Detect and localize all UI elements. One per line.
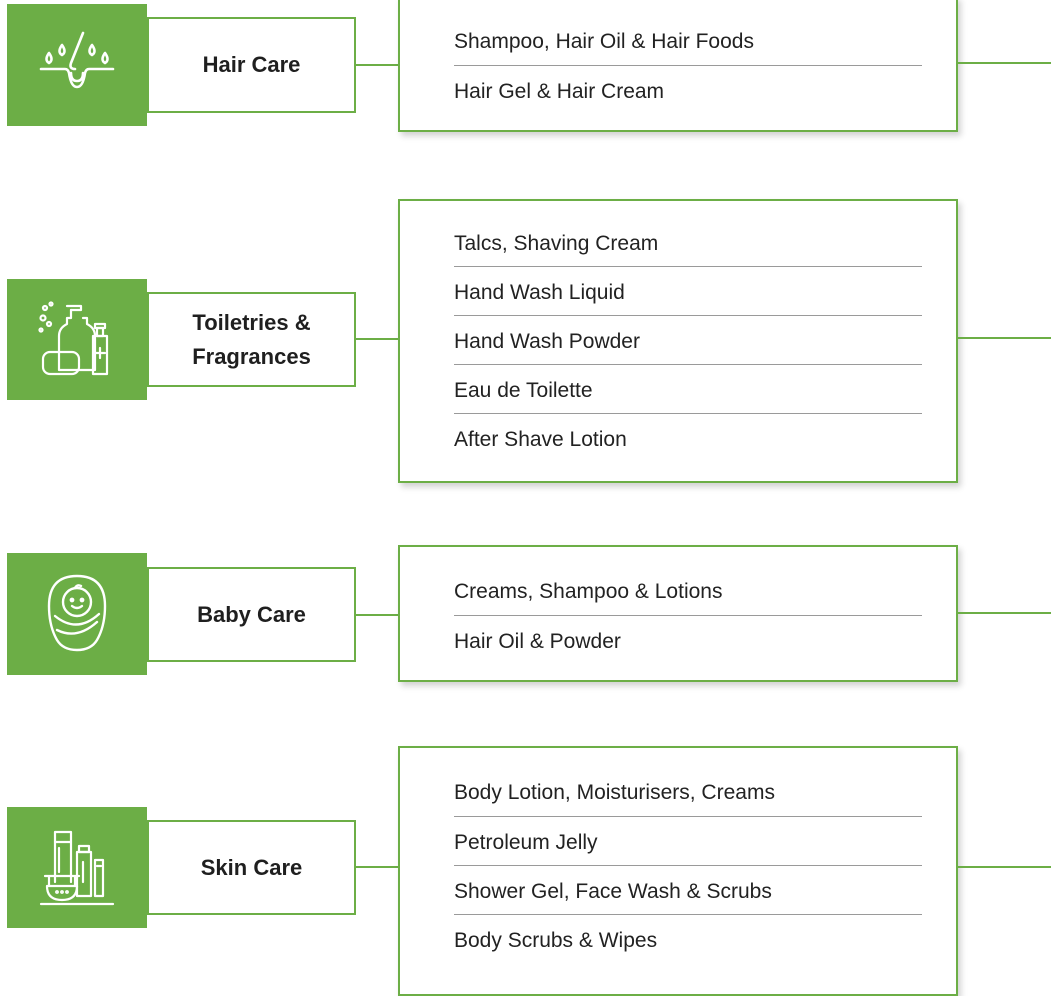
connector-line bbox=[356, 614, 398, 616]
list-item: Talcs, Shaving Cream bbox=[454, 232, 659, 255]
hair-care-items-box: Shampoo, Hair Oil & Hair Foods Hair Gel … bbox=[398, 0, 958, 132]
skin-care-label-box: Skin Care bbox=[147, 820, 356, 915]
divider bbox=[454, 816, 922, 817]
category-label-skin-care: Skin Care bbox=[200, 854, 303, 880]
connector-line bbox=[958, 612, 1051, 614]
divider bbox=[454, 364, 922, 365]
divider bbox=[454, 914, 922, 915]
connector-line bbox=[356, 338, 398, 340]
connector-line bbox=[958, 337, 1051, 339]
category-label-hair-care: Hair Care bbox=[202, 52, 301, 77]
category-label-toiletries: Toiletries & Fragrances bbox=[192, 309, 311, 369]
hair-follicle-droplets-icon bbox=[39, 31, 115, 89]
swaddled-baby-icon bbox=[47, 574, 107, 652]
hair-care-label-box: Hair Care bbox=[147, 17, 356, 113]
skin-care-items-box: Body Lotion, Moisturisers, Creams Petrol… bbox=[398, 746, 958, 996]
list-item: Hair Oil & Powder bbox=[454, 630, 621, 653]
toiletries-items-box: Talcs, Shaving Cream Hand Wash Liquid Ha… bbox=[398, 199, 958, 483]
list-item: Body Scrubs & Wipes bbox=[454, 929, 658, 952]
baby-care-items-box: Creams, Shampoo & Lotions Hair Oil & Pow… bbox=[398, 545, 958, 682]
baby-care-label-box: Baby Care bbox=[147, 567, 356, 662]
connector-line bbox=[356, 64, 398, 66]
divider bbox=[454, 315, 922, 316]
connector-line bbox=[958, 866, 1051, 868]
skin-care-icon-tile bbox=[7, 807, 147, 928]
hair-care-icon-tile bbox=[7, 4, 147, 126]
baby-care-icon-tile bbox=[7, 553, 147, 675]
connector-line bbox=[958, 62, 1051, 64]
list-item: Hair Gel & Hair Cream bbox=[454, 80, 665, 103]
divider bbox=[454, 615, 922, 616]
divider bbox=[454, 865, 922, 866]
list-item: Shower Gel, Face Wash & Scrubs bbox=[454, 880, 772, 903]
toiletries-label-box: Toiletries & Fragrances bbox=[147, 292, 356, 387]
list-item: Hand Wash Liquid bbox=[454, 281, 625, 304]
toiletries-icon-tile bbox=[7, 279, 147, 400]
toiletries-bottles-soap-icon bbox=[38, 300, 109, 375]
list-item: Body Lotion, Moisturisers, Creams bbox=[454, 781, 775, 804]
list-item: Creams, Shampoo & Lotions bbox=[454, 580, 723, 603]
list-item: Shampoo, Hair Oil & Hair Foods bbox=[454, 30, 754, 53]
category-label-baby-care: Baby Care bbox=[197, 601, 306, 627]
list-item: Petroleum Jelly bbox=[454, 831, 598, 854]
list-item: After Shave Lotion bbox=[454, 428, 627, 451]
skincare-jars-tubes-icon bbox=[39, 830, 115, 905]
connector-line bbox=[356, 866, 398, 868]
list-item: Hand Wash Powder bbox=[454, 330, 640, 353]
divider bbox=[454, 413, 922, 414]
divider bbox=[454, 266, 922, 267]
divider bbox=[454, 65, 922, 66]
list-item: Eau de Toilette bbox=[454, 379, 593, 402]
